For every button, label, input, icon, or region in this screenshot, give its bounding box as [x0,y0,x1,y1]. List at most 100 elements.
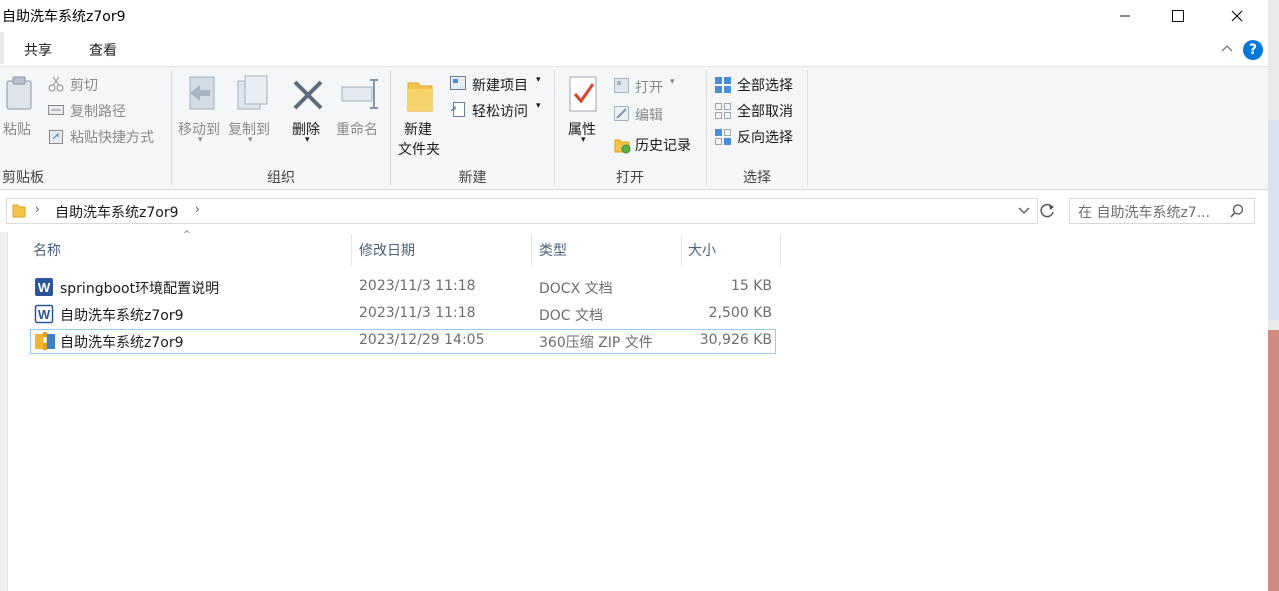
column-divider[interactable] [351,234,352,266]
paste-shortcut-icon [49,130,63,144]
move-to-button[interactable]: 移动到 ▾ [178,73,226,153]
new-item-icon [450,76,466,90]
select-all-icon [715,77,731,93]
new-item-button[interactable]: 新建项目 ▾ [450,75,550,95]
paste-button[interactable]: 粘贴 [0,73,40,143]
file-name: 自助洗车系统z7or9 [60,308,184,324]
copy-path-label: 复制路径 [70,104,126,120]
open-group-label: 打开 [616,170,644,186]
svg-text:W: W [38,307,51,322]
svg-text:W: W [38,280,51,295]
word-doc-icon: W [35,278,53,296]
breadcrumb-next-chevron-icon[interactable]: › [195,202,200,216]
collapse-ribbon-icon[interactable] [1221,44,1233,52]
column-header-type[interactable]: 类型 [539,240,567,260]
select-none-button[interactable]: 全部取消 [714,101,806,121]
desktop-edge [1268,0,1279,591]
history-label: 历史记录 [635,138,691,154]
clipboard-icon [6,76,32,110]
file-size: 15 KB [730,278,772,294]
close-button[interactable] [1214,0,1260,32]
search-icon [1230,204,1244,218]
navigation-pane-edge[interactable] [0,232,8,591]
copy-to-button[interactable]: 复制到 ▾ [228,73,276,153]
maximize-icon [1172,10,1184,22]
column-header-size[interactable]: 大小 [688,240,716,260]
paste-shortcut-button[interactable]: 粘贴快捷方式 [48,127,168,147]
organize-group-label: 组织 [267,170,295,186]
breadcrumb-current-folder[interactable]: 自助洗车系统z7or9 [55,202,178,222]
file-name: 自助洗车系统z7or9 [60,335,184,351]
column-header-name[interactable]: 名称 [33,240,61,260]
tab-view[interactable]: 查看 [89,40,117,60]
address-bar[interactable]: › 自助洗车系统z7or9 › [6,198,1038,224]
cut-label: 剪切 [70,78,98,94]
file-size: 2,500 KB [708,305,772,321]
properties-button[interactable]: 属性 ▾ [564,73,608,153]
easy-access-button[interactable]: 轻松访问 ▾ [450,101,550,121]
column-divider[interactable] [681,234,682,266]
column-header-modified[interactable]: 修改日期 [359,240,415,260]
new-item-dropdown-icon: ▾ [536,75,541,85]
search-box[interactable]: 在 自助洗车系统z7... [1069,198,1255,224]
move-to-icon [189,76,215,110]
cut-button[interactable]: 剪切 [48,75,158,95]
easy-access-icon [450,102,465,117]
select-all-label: 全部选择 [737,78,793,94]
invert-selection-button[interactable]: 反向选择 [714,127,806,147]
close-icon [1231,10,1243,22]
file-row-selected[interactable]: 自助洗车系统z7or9 2023/12/29 14:05 360压缩 ZIP 文… [30,329,776,354]
search-placeholder: 在 自助洗车系统z7... [1078,205,1211,221]
file-type: DOCX 文档 [539,281,613,297]
sort-ascending-icon: ^ [183,230,191,240]
window-title: 自助洗车系统z7or9 [2,9,126,25]
word-doc-icon: W [34,304,54,324]
history-button[interactable]: 历史记录 [614,135,704,155]
refresh-icon[interactable] [1038,202,1056,220]
breadcrumb-chevron-icon[interactable]: › [35,202,40,216]
ribbon: 粘贴 剪切 复制路径 粘贴快捷方式 剪贴板 移动到 ▾ 复制到 ▾ 删除 ▾ 重… [0,66,1268,190]
select-all-button[interactable]: 全部选择 [714,75,806,95]
invert-selection-label: 反向选择 [737,130,793,146]
file-row[interactable]: W 自助洗车系统z7or9 2023/11/3 11:18 DOC 文档 2,5… [30,302,776,327]
minimize-icon [1120,15,1130,17]
paste-label: 粘贴 [3,122,31,138]
new-folder-label-line1: 新建 [404,122,432,138]
open-button[interactable]: 打开 ▾ [614,77,694,97]
minimize-button[interactable] [1102,0,1148,32]
edit-button[interactable]: 编辑 [614,105,694,125]
copy-path-icon [48,105,64,115]
properties-icon [569,76,597,112]
maximize-button[interactable] [1155,0,1201,32]
file-type: DOC 文档 [539,308,604,324]
column-divider[interactable] [780,234,781,266]
delete-dropdown-icon: ▾ [305,135,310,145]
open-dropdown-icon: ▾ [670,77,675,87]
copy-path-button[interactable]: 复制路径 [48,101,168,121]
new-folder-button[interactable]: 新建 文件夹 [396,73,446,163]
copy-to-icon [237,75,268,110]
easy-access-label: 轻松访问 [472,104,528,120]
easy-access-dropdown-icon: ▾ [536,101,541,111]
tab-share[interactable]: 共享 [24,40,52,60]
new-group-label: 新建 [458,170,487,186]
file-modified: 2023/11/3 11:18 [359,305,476,321]
rename-icon [341,79,378,109]
rename-button[interactable]: 重命名 [336,73,386,143]
file-type: 360压缩 ZIP 文件 [539,335,653,351]
desktop-background-strip [1268,120,1279,320]
help-icon[interactable]: ? [1243,40,1263,60]
delete-x-icon [293,80,323,110]
file-modified: 2023/11/3 11:18 [359,278,476,294]
select-none-label: 全部取消 [737,104,793,120]
file-row[interactable]: W springboot环境配置说明 2023/11/3 11:18 DOCX … [30,275,776,300]
ribbon-tabs: 共享 查看 ? [0,32,1268,64]
copy-to-dropdown-icon: ▾ [248,135,253,145]
delete-button[interactable]: 删除 ▾ [290,73,330,153]
select-group-label: 选择 [743,170,771,186]
clipboard-group-label: 剪贴板 [2,170,44,186]
address-history-dropdown-icon[interactable] [1018,207,1030,215]
paste-shortcut-label: 粘贴快捷方式 [70,130,154,146]
open-label: 打开 [635,80,663,96]
column-divider[interactable] [531,234,532,266]
